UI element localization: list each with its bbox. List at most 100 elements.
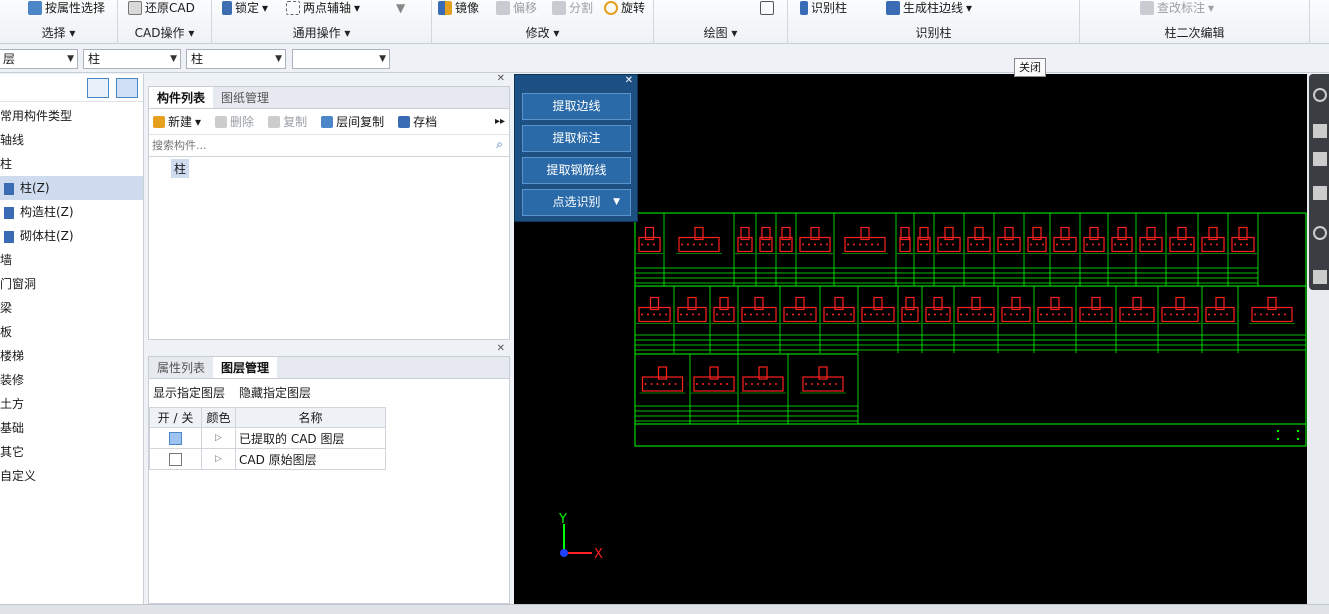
floor-copy-button[interactable]: 层间复制	[321, 113, 384, 130]
tree-item[interactable]: 轴线	[0, 128, 143, 152]
detail-view-icon[interactable]	[116, 78, 138, 98]
rebar-dot	[1134, 313, 1136, 316]
tree-item[interactable]: 柱	[0, 152, 143, 176]
identify-column-button[interactable]: 识别柱	[800, 0, 847, 16]
rebar-dot	[745, 383, 747, 385]
tab-property-list[interactable]: 属性列表	[149, 357, 213, 378]
search-icon[interactable]: ⌕	[496, 137, 503, 152]
rebar-dot	[946, 313, 948, 316]
tree-item[interactable]: 土方	[0, 392, 143, 416]
tree-item[interactable]: 楼梯	[0, 344, 143, 368]
offset-button[interactable]: 偏移	[496, 0, 537, 16]
component-type-select[interactable]: 柱 ▼	[83, 49, 181, 69]
copy-button[interactable]: 复制	[268, 113, 307, 130]
tab-layer-management[interactable]: 图层管理	[213, 357, 278, 378]
new-button[interactable]: 新建 ▾	[153, 113, 201, 130]
lock-button[interactable]: 锁定 ▾	[222, 0, 268, 16]
rebar-dot	[1220, 313, 1222, 316]
tree-item[interactable]: 砌体柱(Z)	[0, 224, 143, 248]
ribbon-group-identify: 识别柱 生成柱边线 ▾ 识别柱	[788, 0, 1080, 44]
delete-button[interactable]: 删除	[215, 113, 254, 130]
rebar-dot	[844, 313, 846, 316]
rebar-dot	[656, 383, 659, 385]
draw-rect-button[interactable]	[760, 0, 774, 16]
tree-item[interactable]: 常用构件类型	[0, 104, 143, 128]
orbit-icon[interactable]	[1313, 226, 1327, 240]
restore-cad-button[interactable]: 还原CAD	[128, 0, 195, 16]
floor-select[interactable]: 层 ▼	[0, 49, 78, 69]
tree-item[interactable]: 门窗洞	[0, 272, 143, 296]
rebar-dot	[1092, 243, 1094, 246]
tree-item[interactable]: 板	[0, 320, 143, 344]
component-item[interactable]: 柱	[171, 159, 190, 178]
view-3d-icon[interactable]	[1313, 124, 1327, 138]
expand-icon[interactable]: ▷	[201, 427, 236, 449]
tree-item[interactable]: 其它	[0, 440, 143, 464]
hide-layer-button[interactable]: 隐藏指定图层	[239, 379, 311, 407]
annotation-icon	[1140, 1, 1154, 15]
rebar-dot	[802, 243, 804, 246]
layer-checkbox-unchecked[interactable]	[169, 453, 182, 466]
view-box-icon[interactable]	[1313, 152, 1327, 166]
ribbon-group-secondary-edit: 查改标注 ▾ 柱二次编辑	[1080, 0, 1310, 44]
tree-item[interactable]: 自定义	[0, 464, 143, 488]
ribbon-group-label[interactable]: 绘图 ▾	[654, 24, 787, 41]
rebar-dot	[920, 243, 922, 246]
rebar-dot	[702, 383, 704, 385]
rebar-dot	[1208, 313, 1210, 316]
list-view-icon[interactable]	[87, 78, 109, 98]
tree-item[interactable]: 基础	[0, 416, 143, 440]
rebar-dot	[1120, 243, 1122, 246]
rebar-dot	[644, 383, 647, 385]
zoom-icon[interactable]	[1313, 88, 1327, 102]
mirror-button[interactable]: 镜像	[438, 0, 479, 16]
extra-select[interactable]: ▼	[292, 49, 390, 69]
edit-annotation-button[interactable]: 查改标注 ▾	[1140, 0, 1214, 16]
close-icon[interactable]: ✕	[625, 75, 633, 86]
grid-icon[interactable]	[1313, 270, 1327, 284]
component-name-select[interactable]: 柱 ▼	[186, 49, 286, 69]
generate-column-edge-button[interactable]: 生成柱边线 ▾	[886, 0, 972, 16]
more-icon[interactable]: ▸▸	[495, 116, 505, 127]
show-layer-button[interactable]: 显示指定图层	[153, 379, 225, 407]
split-button[interactable]: 分割	[552, 0, 593, 16]
rebar-dot	[768, 243, 770, 246]
rebar-dot	[705, 243, 707, 246]
tree-item[interactable]: 梁	[0, 296, 143, 320]
layer-checkbox-checked[interactable]	[169, 432, 182, 445]
tree-item[interactable]: 墙	[0, 248, 143, 272]
select-property-icon	[28, 1, 42, 15]
ribbon-group-label[interactable]: 修改 ▾	[432, 24, 653, 41]
rebar-dot	[757, 383, 759, 385]
tab-drawing-management[interactable]: 图纸管理	[213, 87, 277, 108]
view-top-icon[interactable]	[1313, 186, 1327, 200]
search-input[interactable]	[149, 135, 479, 155]
select-by-property-button[interactable]: 按属性选择	[28, 0, 105, 16]
table-row[interactable]: ▷ 已提取的 CAD 图层	[149, 427, 386, 449]
extract-edge-button[interactable]: 提取边线	[522, 93, 631, 120]
rebar-dot	[756, 313, 758, 316]
filter-button[interactable]: ▼	[396, 0, 405, 16]
point-identify-button[interactable]: 点选识别 ▼	[522, 189, 631, 216]
rebar-dot	[769, 383, 771, 385]
ribbon-group-label[interactable]: 通用操作 ▾	[212, 24, 431, 41]
expand-icon[interactable]: ▷	[201, 448, 236, 470]
rotate-button[interactable]: 旋转	[604, 0, 645, 16]
close-icon[interactable]: ✕	[497, 73, 505, 84]
tree-item[interactable]: 柱(Z)	[0, 176, 143, 200]
tree-item-label: 其它	[0, 445, 25, 459]
ribbon-group-label[interactable]: 选择 ▾	[0, 24, 117, 41]
table-row[interactable]: ▷ CAD 原始图层	[149, 448, 386, 470]
tab-component-list[interactable]: 构件列表	[149, 87, 214, 108]
ribbon-group-label[interactable]: CAD操作 ▾	[118, 24, 211, 41]
save-button[interactable]: 存档	[398, 113, 437, 130]
rebar-dot	[1114, 243, 1116, 246]
tree-item-label: 装修	[0, 373, 25, 387]
two-point-axis-button[interactable]: 两点辅轴 ▾	[286, 0, 360, 16]
extract-rebar-button[interactable]: 提取钢筋线	[522, 157, 631, 184]
close-icon[interactable]: ✕	[497, 343, 505, 354]
rebar-dot	[865, 243, 867, 246]
tree-item[interactable]: 构造柱(Z)	[0, 200, 143, 224]
tree-item[interactable]: 装修	[0, 368, 143, 392]
extract-annotation-button[interactable]: 提取标注	[522, 125, 631, 152]
